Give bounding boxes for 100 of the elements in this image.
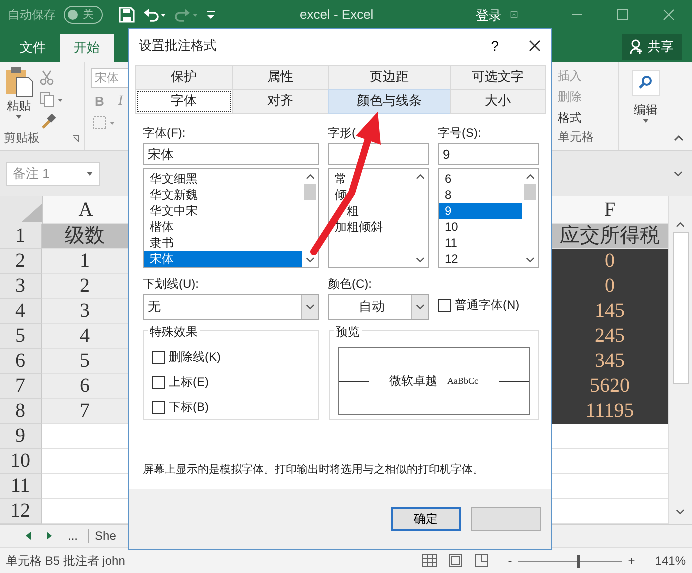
list-item[interactable]: 宋体 [144, 251, 302, 267]
row-header[interactable]: 11 [0, 474, 42, 499]
paste-icon[interactable] [4, 66, 34, 98]
normal-view-icon[interactable] [422, 554, 438, 568]
collapse-icon[interactable] [674, 135, 684, 142]
column-header[interactable]: A [43, 196, 129, 224]
list-item[interactable]: 8 [439, 187, 522, 203]
scroll-thumb[interactable] [524, 184, 536, 200]
row-header[interactable]: 3 [0, 274, 42, 299]
launcher-icon[interactable] [72, 134, 80, 142]
help-button[interactable]: ? [485, 37, 505, 55]
dialog-tab[interactable]: 属性 [232, 65, 329, 90]
dropdown[interactable]: 自动 [328, 294, 429, 320]
list-item[interactable]: 华文中宋 [144, 203, 302, 219]
row-header[interactable]: 6 [0, 349, 42, 374]
ribbon-tab[interactable]: 开始 [60, 34, 114, 62]
zoom-level[interactable]: 141% [655, 554, 686, 568]
scroll-down-icon [676, 509, 685, 515]
checkbox-label[interactable]: 删除线(K) [169, 349, 221, 366]
table-cell: 3 [42, 299, 128, 324]
checkbox-label[interactable]: 普通字体(N) [455, 297, 520, 314]
page-layout-icon[interactable] [448, 554, 464, 568]
scroll-thumb[interactable] [304, 184, 316, 200]
group-label: 单元格 [558, 129, 594, 146]
checkbox-label[interactable]: 上标(E) [169, 374, 209, 391]
row-header[interactable]: 8 [0, 399, 42, 424]
page-break-icon[interactable] [474, 554, 490, 568]
checkbox-label[interactable]: 下标(B) [169, 399, 209, 416]
group-title: 预览 [334, 324, 362, 341]
table-cell: 345 [552, 349, 668, 374]
search-icon[interactable] [632, 70, 660, 96]
paste-label[interactable]: 粘贴 [7, 98, 31, 115]
list-item[interactable]: 10 [439, 219, 522, 235]
caret-icon [87, 172, 93, 176]
next-sheet-icon[interactable] [47, 532, 52, 540]
previous-sheet-icon[interactable] [26, 532, 31, 540]
editing-label[interactable]: 编辑 [634, 102, 658, 119]
slider-thumb[interactable] [576, 554, 580, 568]
list-item[interactable]: 11 [439, 235, 522, 251]
scroll-up-icon [526, 174, 534, 180]
window-title: excel - Excel [300, 7, 374, 22]
customize-icon[interactable] [207, 10, 215, 20]
text-field[interactable]: 宋体 [143, 143, 319, 165]
zoom-out-button[interactable]: - [508, 554, 512, 568]
share-button[interactable]: 共享 [622, 34, 682, 60]
row-header[interactable]: 9 [0, 424, 42, 449]
row-header[interactable]: 12 [0, 499, 42, 524]
ok-button[interactable]: 确定 [391, 507, 461, 531]
table-cell: 4 [42, 324, 128, 349]
column-header[interactable]: F [552, 196, 668, 224]
dialog-tab[interactable]: 页边距 [328, 65, 451, 90]
row-header[interactable]: 4 [0, 299, 42, 324]
list-item[interactable]: 9 [439, 203, 522, 219]
table-cell: 7 [42, 399, 128, 424]
list-item[interactable]: 常 [329, 171, 412, 187]
save-icon[interactable] [119, 7, 135, 23]
dialog-tab[interactable]: 保护 [135, 65, 233, 90]
dropdown[interactable]: 无 [143, 294, 319, 320]
dialog-tab[interactable]: 字体 [135, 89, 233, 114]
ribbon-tab[interactable]: 文件 [6, 34, 60, 62]
list-item[interactable]: 粗 [329, 203, 412, 219]
copy-icon[interactable] [40, 92, 64, 108]
scissors-icon[interactable] [40, 70, 54, 86]
dialog-tab[interactable]: 可选文字 [450, 65, 546, 90]
signin-link[interactable]: 登录 [476, 7, 502, 25]
scroll-down-icon [416, 257, 424, 263]
list-item[interactable]: 倾 [329, 187, 412, 203]
more-sheets-button[interactable]: ... [68, 529, 78, 543]
list-item[interactable]: 12 [439, 251, 522, 267]
name-box[interactable]: 备注 1 [6, 162, 100, 186]
table-cell: 应交所得税 [552, 224, 668, 249]
sheet-tab[interactable]: She [88, 529, 116, 543]
preview-text: 微软卓越 [390, 372, 438, 390]
undo-icon[interactable] [143, 7, 167, 23]
checkbox[interactable] [438, 299, 451, 312]
zoom-in-button[interactable]: + [628, 554, 636, 568]
row-header[interactable]: 2 [0, 249, 42, 274]
row-header[interactable]: 1 [0, 224, 42, 249]
scrollbar[interactable] [668, 196, 692, 524]
list-item[interactable]: 加粗倾斜 [329, 219, 412, 235]
list-item[interactable]: 楷体 [144, 219, 302, 235]
checkbox[interactable] [152, 351, 165, 364]
text-field[interactable]: 9 [438, 143, 539, 165]
list-item[interactable]: 华文新魏 [144, 187, 302, 203]
scroll-down-icon [306, 257, 314, 263]
list-item[interactable]: 隶书 [144, 235, 302, 251]
row-header[interactable]: 7 [0, 374, 42, 399]
text-field[interactable] [328, 143, 429, 165]
row-header[interactable]: 10 [0, 449, 42, 474]
dialog-tab[interactable]: 颜色与线条 [328, 89, 451, 114]
checkbox[interactable] [152, 401, 165, 414]
dialog-tab[interactable]: 对齐 [232, 89, 329, 114]
list-item[interactable]: 6 [439, 171, 522, 187]
list-item[interactable]: 华文细黑 [144, 171, 302, 187]
row-header[interactable]: 5 [0, 324, 42, 349]
checkbox[interactable] [152, 376, 165, 389]
cells-command[interactable]: 格式 [558, 108, 582, 129]
close-icon[interactable] [529, 40, 541, 52]
dialog-tab[interactable]: 大小 [450, 89, 546, 114]
format-painter-icon[interactable] [40, 114, 56, 130]
